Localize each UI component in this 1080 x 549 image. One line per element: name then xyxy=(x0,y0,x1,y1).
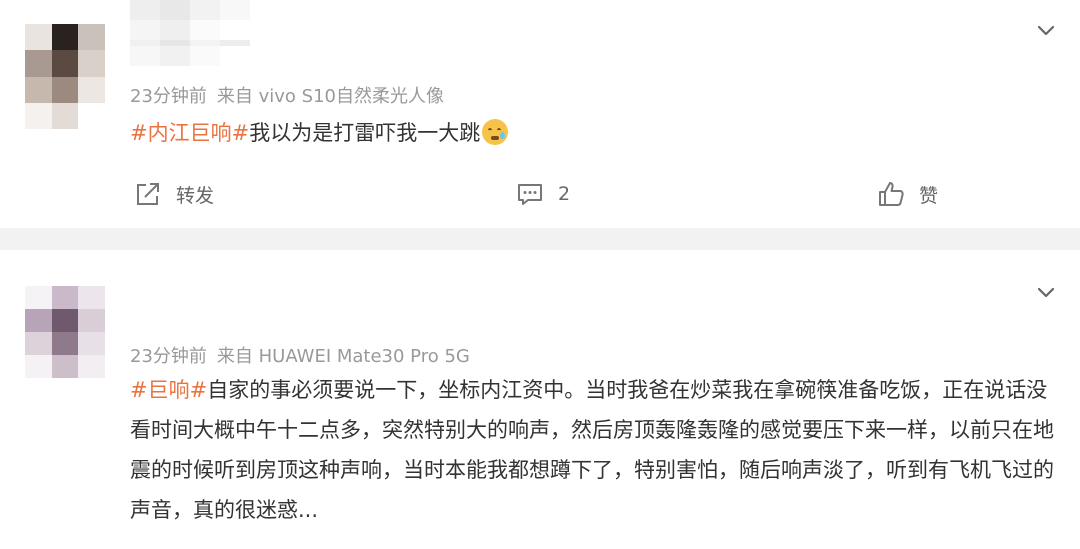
username[interactable] xyxy=(130,0,250,40)
hashtag-link[interactable]: #巨响# xyxy=(130,378,207,402)
post-content: #巨响#自家的事必须要说一下，坐标内江资中。当时我爸在炒菜我在拿碗筷准备吃饭，正… xyxy=(130,370,1060,530)
hashtag-link[interactable]: #内江巨响# xyxy=(130,121,249,145)
chevron-down-icon[interactable] xyxy=(1034,18,1058,42)
share-icon xyxy=(137,183,159,205)
like-label: 赞 xyxy=(919,184,939,207)
post-text: 自家的事必须要说一下，坐标内江资中。当时我爸在炒菜我在拿碗筷准备吃饭，正在说话没… xyxy=(130,378,1054,522)
avatar[interactable] xyxy=(25,24,105,129)
avatar[interactable] xyxy=(25,286,105,378)
forward-label: 转发 xyxy=(176,184,215,207)
crying-face-icon xyxy=(482,119,509,145)
post-source: 来自 HUAWEI Mate30 Pro 5G xyxy=(216,346,470,367)
post-divider xyxy=(0,228,1080,250)
comment-count: 2 xyxy=(558,183,571,205)
post-meta: 23分钟前 来自 HUAWEI Mate30 Pro 5G xyxy=(130,342,470,368)
post-time: 23分钟前 xyxy=(130,86,207,107)
forward-button[interactable]: 转发 xyxy=(134,176,214,212)
post-meta: 23分钟前 来自 vivo S10自然柔光人像 xyxy=(130,82,444,108)
like-button[interactable]: 赞 xyxy=(877,176,938,212)
comment-icon xyxy=(518,184,542,205)
action-bar: 转发 2 赞 xyxy=(0,176,1080,212)
post-time: 23分钟前 xyxy=(130,346,207,367)
post-source: 来自 vivo S10自然柔光人像 xyxy=(216,86,444,107)
post-text: 我以为是打雷吓我一大跳 xyxy=(249,121,481,145)
post-content: #内江巨响#我以为是打雷吓我一大跳 xyxy=(130,113,1060,153)
comment-button[interactable]: 2 xyxy=(516,176,570,212)
thumbs-up-icon xyxy=(879,182,904,206)
chevron-down-icon[interactable] xyxy=(1034,280,1058,304)
